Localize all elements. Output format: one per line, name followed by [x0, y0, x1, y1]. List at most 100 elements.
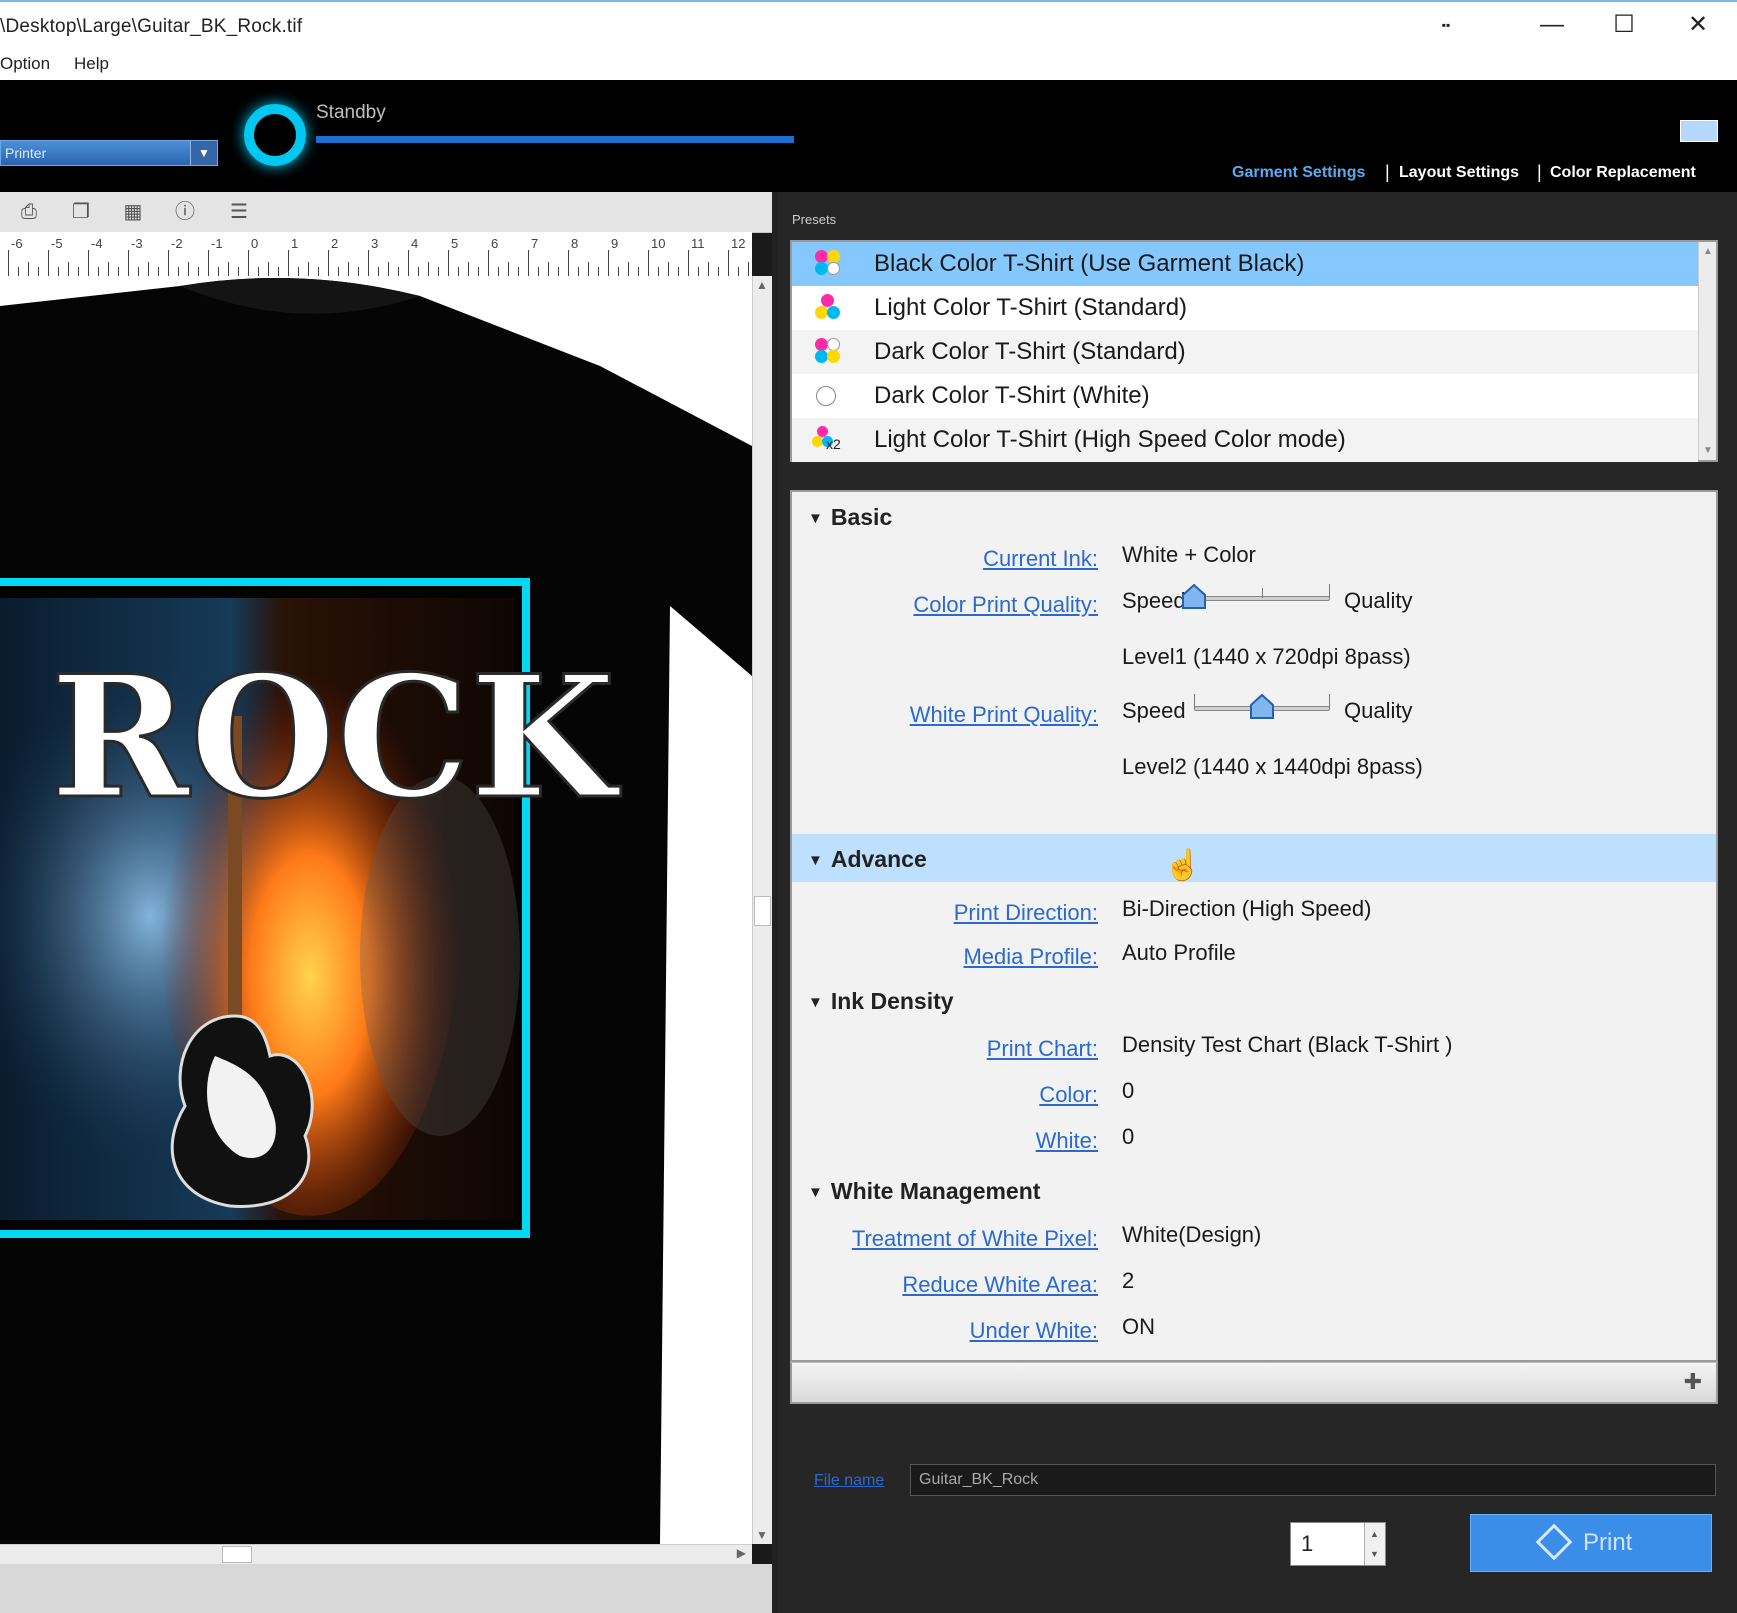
- section-ink-density[interactable]: ▼ Ink Density: [808, 988, 954, 1015]
- ruler-label: -6: [11, 236, 23, 251]
- scroll-down-icon[interactable]: ▼: [756, 1528, 768, 1542]
- speed-label: Speed: [1122, 588, 1186, 613]
- copy-icon[interactable]: ❐: [66, 198, 96, 226]
- ruler-label: 4: [411, 236, 419, 251]
- ruler-tick: [548, 262, 549, 276]
- ruler-tick: [288, 250, 289, 276]
- print-check-icon[interactable]: ⎙: [14, 198, 44, 226]
- ruler-label: -3: [131, 236, 143, 251]
- treatment-white-pixel-label[interactable]: Treatment of White Pixel:: [852, 1226, 1098, 1252]
- preset-name: Black Color T-Shirt (Use Garment Black): [874, 250, 1305, 277]
- ruler-tick: [708, 262, 709, 276]
- expand-triangle-icon[interactable]: ▼: [808, 852, 823, 869]
- ruler-tick: [748, 262, 749, 276]
- expand-triangle-icon[interactable]: ▼: [808, 510, 823, 527]
- ruler-tick: [598, 267, 599, 276]
- ruler-tick: [28, 262, 29, 276]
- ruler-tick: [418, 267, 419, 276]
- preset-name: Light Color T-Shirt (Standard): [874, 294, 1188, 321]
- ruler-tick: [498, 267, 499, 276]
- ruler-label: -4: [91, 236, 103, 251]
- filename-input[interactable]: Guitar_BK_Rock: [910, 1464, 1716, 1496]
- print-button[interactable]: Print: [1470, 1514, 1712, 1572]
- slider-knob[interactable]: [1250, 694, 1274, 720]
- color-density-label[interactable]: Color:: [1039, 1082, 1098, 1108]
- reduce-white-area-label[interactable]: Reduce White Area:: [902, 1272, 1098, 1298]
- decrement-icon[interactable]: ▼: [1370, 1549, 1379, 1559]
- section-advance[interactable]: ▼ Advance: [808, 846, 927, 873]
- scroll-up-icon[interactable]: ▲: [1703, 246, 1713, 257]
- ruler-tick: [248, 250, 249, 276]
- copies-value[interactable]: 1: [1301, 1531, 1313, 1557]
- tab-color-replacement[interactable]: Color Replacement: [1550, 164, 1696, 182]
- menu-help[interactable]: Help: [74, 54, 109, 74]
- ruler-tick: [318, 267, 319, 276]
- cmy-x2-dots-icon: x2: [812, 426, 844, 456]
- cmyk-white-dots-icon: [812, 338, 844, 368]
- print-chart-label[interactable]: Print Chart:: [987, 1036, 1098, 1062]
- presets-label: Presets: [792, 212, 837, 227]
- minimize-button[interactable]: —: [1534, 10, 1570, 40]
- ruler-tick: [168, 250, 169, 276]
- add-icon[interactable]: ✚: [1684, 1369, 1702, 1395]
- ruler-tick: [668, 262, 669, 276]
- color-print-quality-label[interactable]: Color Print Quality:: [913, 592, 1098, 618]
- calculator-icon[interactable]: ▦: [118, 198, 148, 226]
- preset-item[interactable]: Dark Color T-Shirt (Standard): [792, 330, 1698, 374]
- ruler-tick: [368, 250, 369, 276]
- monitor-icon[interactable]: [1680, 120, 1718, 142]
- canvas-vertical-scrollbar[interactable]: ▲ ▼: [752, 276, 772, 1544]
- window-restore-icon[interactable]: ▪▪: [1428, 10, 1464, 40]
- close-button[interactable]: ✕: [1680, 10, 1716, 40]
- white-print-quality-label[interactable]: White Print Quality:: [910, 702, 1098, 728]
- white-density-label[interactable]: White:: [1036, 1128, 1098, 1154]
- tab-garment-settings[interactable]: Garment Settings: [1232, 164, 1365, 182]
- print-chart-value: Density Test Chart (Black T-Shirt ): [1122, 1032, 1453, 1057]
- media-profile-label[interactable]: Media Profile:: [963, 944, 1098, 970]
- ruler-label: 2: [331, 236, 339, 251]
- preset-item[interactable]: Black Color T-Shirt (Use Garment Black): [792, 242, 1698, 286]
- copies-stepper[interactable]: 1 ▲ ▼: [1290, 1522, 1386, 1566]
- list-icon[interactable]: ☰: [224, 198, 254, 226]
- white-quality-level-text: Level2 (1440 x 1440dpi 8pass): [1122, 754, 1423, 779]
- section-white-management[interactable]: ▼ White Management: [808, 1178, 1040, 1205]
- menu-option[interactable]: Option: [0, 54, 50, 74]
- ruler-label: 9: [611, 236, 619, 251]
- print-direction-label[interactable]: Print Direction:: [954, 900, 1098, 926]
- maximize-button[interactable]: ☐: [1606, 10, 1642, 40]
- ruler-tick: [218, 267, 219, 276]
- preset-name: Light Color T-Shirt (High Speed Color mo…: [874, 426, 1346, 453]
- preset-item[interactable]: Dark Color T-Shirt (White): [792, 374, 1698, 418]
- info-icon[interactable]: ⓘ: [170, 198, 200, 226]
- under-white-label[interactable]: Under White:: [970, 1318, 1098, 1344]
- scroll-thumb[interactable]: [754, 896, 771, 926]
- printer-select[interactable]: Printer ▼: [0, 140, 218, 166]
- scroll-right-icon[interactable]: ▶: [737, 1546, 746, 1560]
- ruler-tick: [358, 267, 359, 276]
- preset-item[interactable]: Light Color T-Shirt (Standard): [792, 286, 1698, 330]
- scroll-up-icon[interactable]: ▲: [756, 278, 768, 292]
- preset-list-scrollbar[interactable]: ▲ ▼: [1698, 242, 1716, 460]
- current-ink-label[interactable]: Current Ink:: [983, 546, 1098, 572]
- filename-label[interactable]: File name: [814, 1472, 884, 1490]
- increment-icon[interactable]: ▲: [1370, 1529, 1379, 1539]
- canvas-horizontal-scrollbar[interactable]: ▶: [0, 1544, 752, 1564]
- ruler-tick: [698, 267, 699, 276]
- hand-cursor-icon: ☝: [1164, 849, 1202, 882]
- tab-layout-settings[interactable]: Layout Settings: [1399, 164, 1519, 182]
- ruler-tick: [58, 267, 59, 276]
- section-title: Advance: [830, 846, 927, 872]
- status-ring-icon: [244, 104, 306, 166]
- chevron-down-icon[interactable]: ▼: [190, 141, 217, 165]
- preset-item[interactable]: x2 Light Color T-Shirt (High Speed Color…: [792, 418, 1698, 462]
- ruler-tick: [298, 267, 299, 276]
- slider-knob[interactable]: [1182, 584, 1206, 610]
- ruler-tick: [688, 250, 689, 276]
- design-canvas[interactable]: ROCK: [0, 276, 752, 1544]
- expand-triangle-icon[interactable]: ▼: [808, 1184, 823, 1201]
- expand-triangle-icon[interactable]: ▼: [808, 994, 823, 1011]
- scroll-thumb[interactable]: [222, 1546, 252, 1563]
- scroll-down-icon[interactable]: ▼: [1703, 445, 1713, 456]
- copies-spinner[interactable]: ▲ ▼: [1364, 1523, 1385, 1565]
- section-basic[interactable]: ▼ Basic: [808, 504, 892, 531]
